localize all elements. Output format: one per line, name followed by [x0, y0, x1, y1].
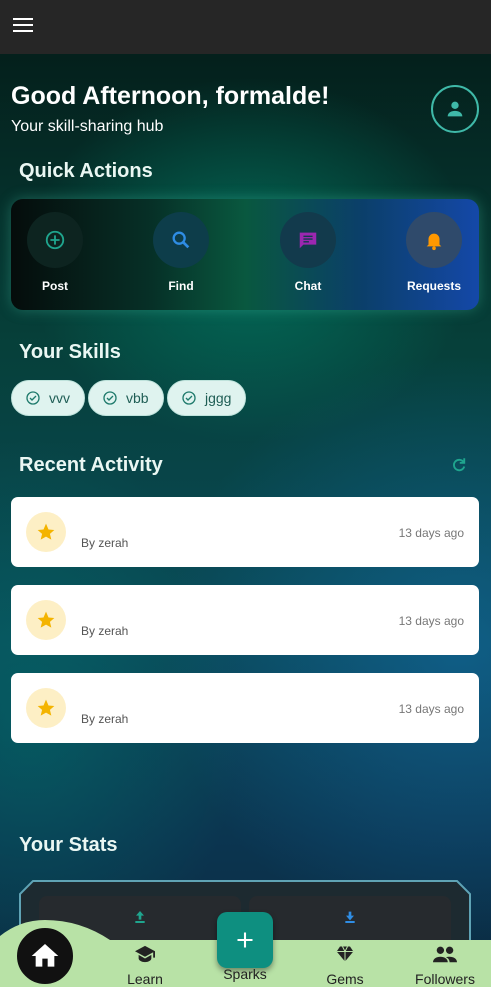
quick-actions-card: Post Find Chat Requests — [11, 199, 479, 310]
menu-icon[interactable] — [13, 18, 33, 34]
recent-activity-title: Recent Activity — [19, 454, 163, 476]
school-icon — [135, 945, 155, 963]
home-button[interactable] — [14, 925, 76, 987]
quick-action-label: Requests — [406, 279, 462, 293]
profile-button[interactable] — [431, 85, 479, 133]
star-icon — [26, 600, 66, 640]
quick-action-post[interactable]: Post — [20, 212, 90, 293]
activity-card[interactable]: By zerah 13 days ago — [11, 673, 479, 743]
nav-label: Learn — [127, 971, 163, 987]
quick-action-label: Find — [168, 279, 194, 293]
activity-card[interactable]: By zerah 13 days ago — [11, 585, 479, 655]
skill-chip[interactable]: jggg — [167, 380, 247, 416]
star-icon — [26, 512, 66, 552]
skill-chip[interactable]: vvv — [11, 380, 85, 416]
home-icon — [31, 944, 59, 967]
sparks-add-button[interactable] — [217, 912, 273, 968]
check-circle-icon — [182, 391, 196, 405]
nav-label: Gems — [326, 971, 364, 987]
activity-author: By zerah — [81, 712, 129, 726]
nav-learn[interactable]: Learn — [100, 944, 190, 987]
skill-chip-label: jggg — [205, 390, 232, 406]
add-circle-icon — [27, 212, 83, 268]
chat-icon — [280, 212, 336, 268]
skill-chip-label: vvv — [49, 390, 70, 406]
nav-label: Sparks — [223, 966, 267, 982]
skill-chip[interactable]: vbb — [88, 380, 164, 416]
nav-followers[interactable]: Followers — [400, 944, 490, 987]
skill-chip-label: vbb — [126, 390, 149, 406]
check-circle-icon — [26, 391, 40, 405]
add-icon — [237, 932, 253, 948]
nav-gems[interactable]: Gems — [300, 944, 390, 987]
skills-title: Your Skills — [19, 341, 121, 363]
quick-actions-title: Quick Actions — [19, 160, 153, 182]
greeting-subtitle: Your skill-sharing hub — [11, 118, 164, 135]
quick-action-label: Post — [41, 279, 68, 293]
bell-icon — [406, 212, 462, 268]
app-bar — [0, 0, 491, 54]
activity-time: 13 days ago — [398, 614, 464, 628]
search-icon — [153, 212, 209, 268]
activity-time: 13 days ago — [398, 702, 464, 716]
stats-title: Your Stats — [19, 834, 118, 856]
activity-time: 13 days ago — [398, 526, 464, 540]
activity-author: By zerah — [81, 536, 129, 550]
greeting-title: Good Afternoon, formalde! — [11, 82, 330, 110]
activity-card[interactable]: By zerah 13 days ago — [11, 497, 479, 567]
activity-author: By zerah — [81, 624, 129, 638]
quick-action-chat[interactable]: Chat — [273, 212, 343, 293]
diamond-icon — [336, 946, 354, 962]
nav-label: Followers — [415, 971, 475, 987]
quick-action-find[interactable]: Find — [146, 212, 216, 293]
nav-sparks[interactable]: Sparks — [200, 966, 290, 982]
star-icon — [26, 688, 66, 728]
download-icon — [345, 911, 355, 923]
person-icon — [447, 101, 463, 117]
quick-action-requests[interactable]: Requests — [399, 212, 469, 293]
check-circle-icon — [103, 391, 117, 405]
refresh-icon[interactable] — [450, 456, 468, 474]
quick-action-label: Chat — [294, 279, 322, 293]
people-icon — [433, 946, 457, 963]
